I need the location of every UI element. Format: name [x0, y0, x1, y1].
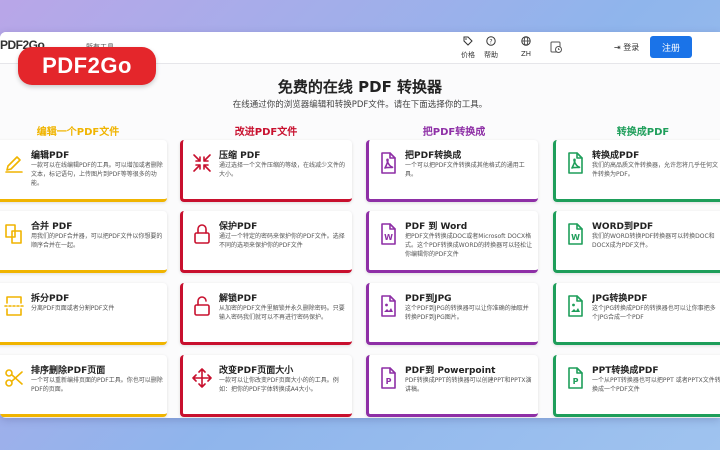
tool-card-title: PPT转换成PDF	[592, 366, 659, 376]
resize-arrows-icon	[191, 367, 213, 389]
image-file-icon	[377, 295, 399, 317]
nav-help-label: 帮助	[484, 51, 498, 59]
nav-language-label: ZH	[520, 50, 532, 58]
pdf-file-icon	[377, 152, 399, 174]
compress-icon	[191, 152, 213, 174]
tool-card-title: 拆分PDF	[31, 294, 70, 304]
split-icon	[3, 295, 25, 317]
tool-card-title: 合并 PDF	[31, 222, 73, 232]
nav-language[interactable]: ZH	[512, 36, 540, 58]
tool-card[interactable]: 压缩 PDF 通过选择一个文件压缩的等级，在线减少文件的大小。	[180, 140, 352, 202]
column-header-4: 转换成PDF	[616, 127, 670, 138]
merge-files-icon	[3, 223, 25, 245]
edit-pencil-icon	[3, 152, 25, 174]
scissors-icon	[3, 367, 25, 389]
tool-card-description: 分离PDF页面或者分割PDF文件	[31, 305, 115, 312]
tool-card-title: 把PDF转换成	[405, 151, 462, 161]
svg-text:?: ?	[489, 39, 492, 46]
column-header-3: 把PDF转换成	[422, 127, 486, 138]
tool-card[interactable]: 保护PDF 通过一个特定的密码来保护你的PDF文件。选择不同的选项来保护你的PDF…	[180, 211, 352, 273]
tool-card-description: 用我们的PDF合并器，可以把PDF文件以你想要的顺序合并在一起。	[31, 233, 163, 249]
register-button[interactable]: 注册	[650, 36, 692, 58]
tool-card[interactable]: 拆分PDF 分离PDF页面或者分割PDF文件	[0, 283, 167, 345]
tool-card[interactable]: 把PDF转换成 一个可以把PDF文件转换成其他格式的通用工具。	[366, 140, 538, 202]
history-icon	[542, 40, 570, 58]
tool-card-description: 一款可以让你改变PDF页面大小的的工具。例如：把你的PDF字体转换成A4大小。	[219, 377, 339, 393]
tool-card[interactable]: JPG转换PDF 这个JPG转换成PDF的转换器也可以让你事把多个JPG合成一个P…	[553, 283, 720, 345]
globe-icon	[512, 36, 540, 50]
word-file-icon: W	[564, 223, 586, 245]
word-file-icon: W	[377, 223, 399, 245]
tool-card[interactable]: W WORD到PDF 我们的WORD转换PDF转换器可以转换DOC和DOCX成为PD…	[553, 211, 720, 273]
tool-card[interactable]: 转换成PDF 我们的高品质文件转换器，允许您将几乎任何文件转换为PDF。	[553, 140, 720, 202]
tool-card-title: 解锁PDF	[219, 294, 258, 304]
pdf-file-icon	[564, 152, 586, 174]
tool-card-description: 一款可以在线编辑PDF的工具。可以增加或者删除文本，标记语句，上传图片到PDF等…	[31, 162, 163, 187]
tool-card[interactable]: 合并 PDF 用我们的PDF合并器，可以把PDF文件以你想要的顺序合并在一起。	[0, 211, 167, 273]
tool-card-title: 保护PDF	[219, 222, 258, 232]
tool-card-description: 从加密的PDF文件里解锁并永久删除密码。只要输入密码我们就可以不再进行密码保护。	[219, 305, 345, 321]
column-header-1: 编辑一个PDF文件	[36, 127, 120, 138]
login-icon: ⇥	[614, 43, 621, 52]
tool-card[interactable]: P PPT转换成PDF 一个从PPT转换器也可以把PPT 或者PPTX文件转换成一个…	[553, 355, 720, 417]
nav-pricing-label: 价格	[461, 51, 475, 59]
tool-card[interactable]: 编辑PDF 一款可以在线编辑PDF的工具。可以增加或者删除文本，标记语句，上传图片…	[0, 140, 167, 202]
tool-card-title: 转换成PDF	[592, 151, 640, 161]
svg-text:W: W	[384, 233, 393, 242]
tool-card-title: PDF 到 Word	[405, 222, 468, 232]
login-label: 登录	[623, 43, 640, 52]
tool-card-description: 这个PDF到JPG的转换器可以让你准确的抽取并转换PDF到JPG图片。	[405, 305, 529, 321]
tool-card-description: 一个从PPT转换器也可以把PPT 或者PPTX文件转换成一个PDF文件	[592, 377, 720, 393]
tool-card-title: JPG转换PDF	[592, 294, 648, 304]
help-icon: ?	[477, 36, 505, 50]
tool-card-title: 排序删除PDF页面	[31, 366, 106, 376]
tool-card-title: 压缩 PDF	[219, 151, 261, 161]
tool-card[interactable]: PDF到JPG 这个PDF到JPG的转换器可以让你准确的抽取并转换PDF到JPG图…	[366, 283, 538, 345]
tool-card-description: 把PDF文件转换成DOC或者Microsoft DOCX格式。这个PDF转换成W…	[405, 233, 533, 258]
svg-text:P: P	[573, 377, 579, 386]
tool-card[interactable]: 排序删除PDF页面 一个可以重新编排页面的PDF工具。你也可以删除PDF的页面。	[0, 355, 167, 417]
nav-history[interactable]	[542, 40, 570, 58]
brand-badge: PDF2Go	[18, 47, 156, 85]
tool-card-description: 我们的高品质文件转换器，允许您将几乎任何文件转换为PDF。	[592, 162, 719, 178]
tool-card-title: 改变PDF页面大小	[219, 366, 294, 376]
column-header-2: 改进PDF文件	[234, 127, 298, 138]
browser-window: PDF2Go 所有工具 价格 ? 帮助 ZH ⇥ 登录	[0, 32, 720, 418]
tool-card-title: WORD到PDF	[592, 222, 654, 232]
tool-card-title: PDF到JPG	[405, 294, 452, 304]
tool-card-description: 一个可以把PDF文件转换成其他格式的通用工具。	[405, 162, 525, 178]
lock-icon	[191, 223, 213, 245]
login-link[interactable]: ⇥ 登录	[614, 42, 639, 53]
tool-card-description: 通过选择一个文件压缩的等级，在线减少文件的大小。	[219, 162, 346, 178]
page-subtitle: 在线通过你的浏览器编辑和转换PDF文件。请在下面选择你的工具。	[232, 100, 488, 110]
tool-card-title: 编辑PDF	[31, 151, 70, 161]
tool-card-description: PDF转换成PPT的转换器可以创建PPT和PPTX演讲稿。	[405, 377, 532, 393]
tool-card-title: PDF到 Powerpoint	[405, 366, 496, 376]
nav-help[interactable]: ? 帮助	[477, 36, 505, 60]
tool-card[interactable]: 解锁PDF 从加密的PDF文件里解锁并永久删除密码。只要输入密码我们就可以不再进行…	[180, 283, 352, 345]
tool-card[interactable]: 改变PDF页面大小 一款可以让你改变PDF页面大小的的工具。例如：把你的PDF字体…	[180, 355, 352, 417]
tool-card-description: 这个JPG转换成PDF的转换器也可以让你事把多个JPG合成一个PDF	[592, 305, 716, 321]
tool-card-description: 一个可以重新编排页面的PDF工具。你也可以删除PDF的页面。	[31, 377, 163, 393]
tool-card[interactable]: P PDF到 Powerpoint PDF转换成PPT的转换器可以创建PPT和PPT…	[366, 355, 538, 417]
tool-card-description: 我们的WORD转换PDF转换器可以转换DOC和DOCX成为PDF文件。	[592, 233, 715, 249]
powerpoint-file-icon: P	[377, 367, 399, 389]
svg-text:W: W	[571, 233, 580, 242]
powerpoint-file-icon: P	[564, 367, 586, 389]
image-file-icon	[564, 295, 586, 317]
tool-card[interactable]: W PDF 到 Word 把PDF文件转换成DOC或者Microsoft DOCX格…	[366, 211, 538, 273]
svg-text:P: P	[386, 377, 392, 386]
tool-card-description: 通过一个特定的密码来保护你的PDF文件。选择不同的选项来保护你的PDF文件	[219, 233, 345, 249]
unlock-icon	[191, 295, 213, 317]
